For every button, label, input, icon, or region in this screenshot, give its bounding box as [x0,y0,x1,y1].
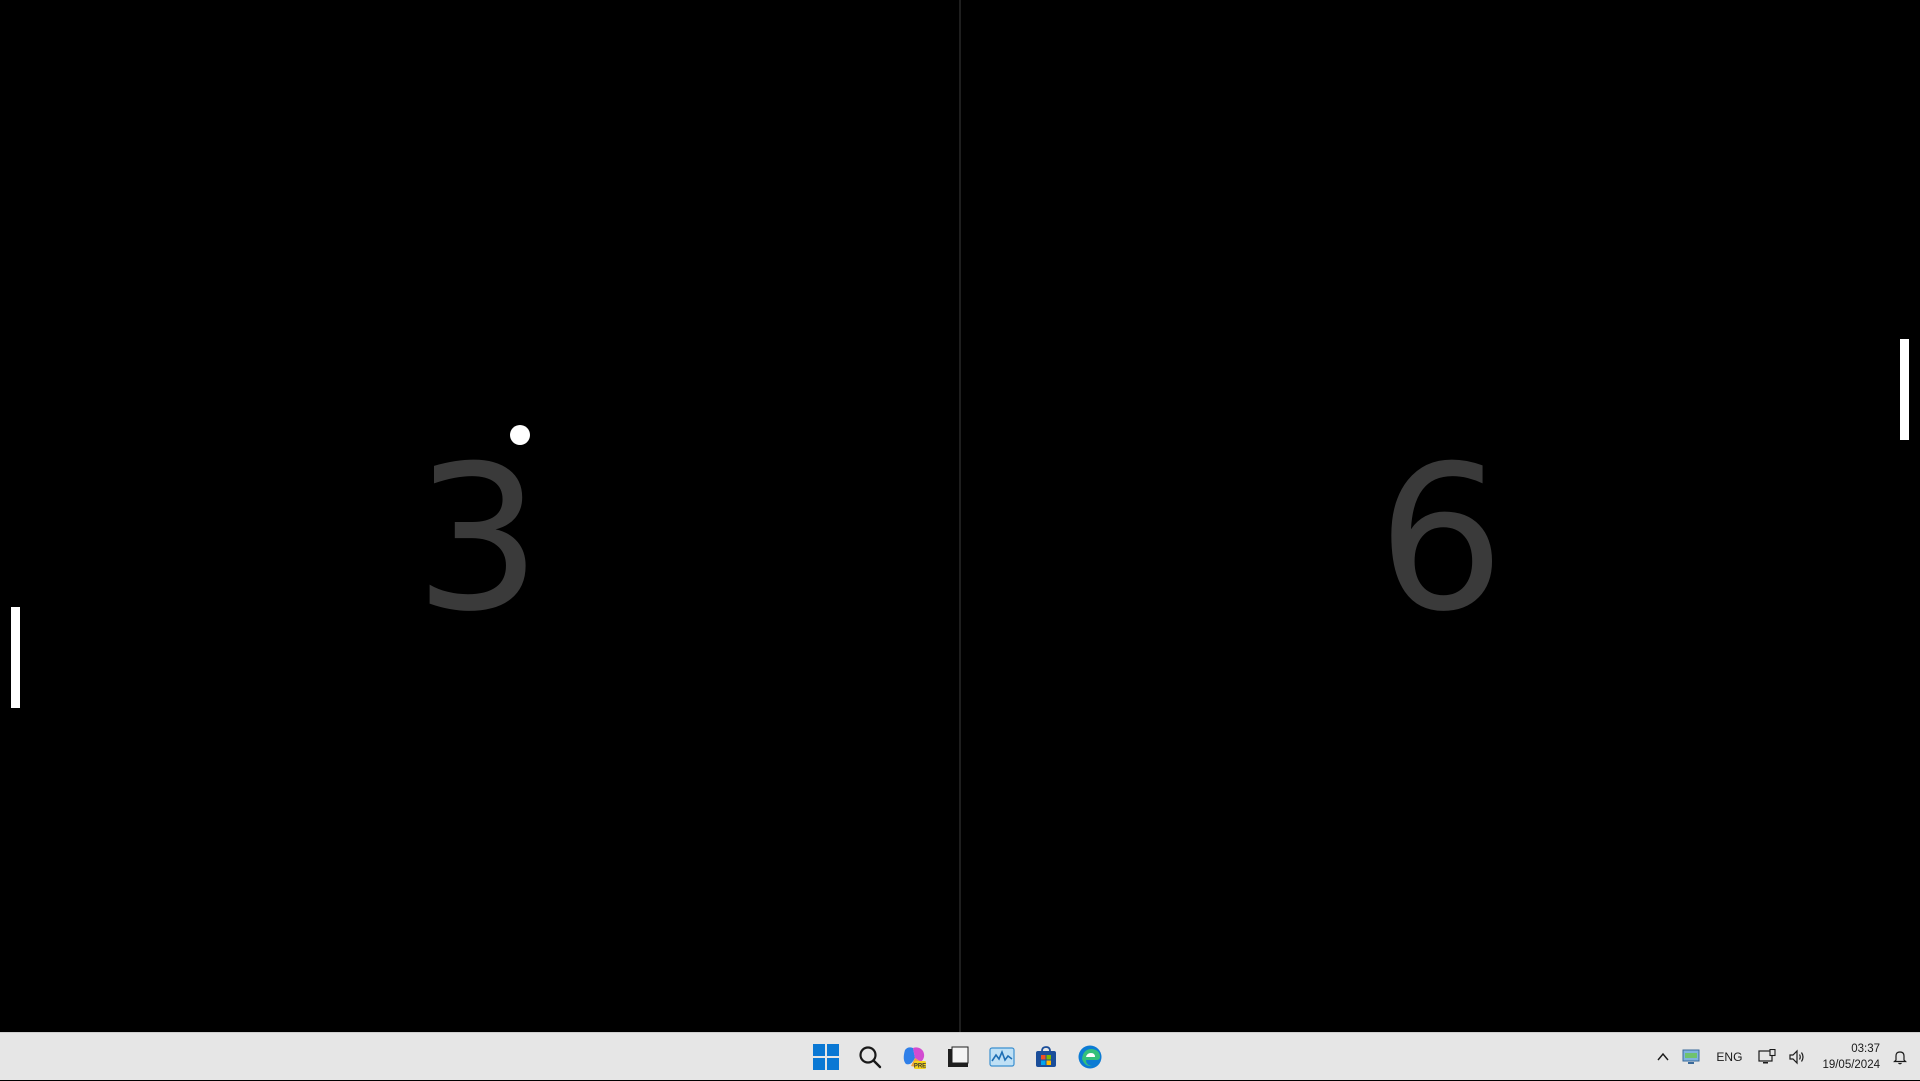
window-icon [948,1046,969,1067]
notifications-button[interactable] [1886,1033,1920,1081]
ball [510,425,530,445]
left-player-score: 3 [414,423,542,656]
center-net-line [959,0,961,1032]
search-button[interactable] [852,1039,888,1075]
right-paddle [1900,339,1909,440]
copilot-icon: PRE [903,1047,926,1070]
windows-logo-icon [813,1044,839,1070]
taskbar-apps: PRE [808,1033,1108,1081]
edge-button[interactable] [1072,1039,1108,1075]
search-icon [859,1046,882,1069]
clock-time: 03:37 [1851,1043,1880,1055]
language-indicator[interactable]: ENG [1706,1033,1752,1081]
clock[interactable]: 03:37 19/05/2024 [1812,1041,1886,1073]
display-settings-icon [1682,1049,1700,1064]
edge-icon [1078,1045,1102,1069]
volume-button[interactable] [1782,1033,1812,1081]
speaker-icon [1789,1049,1805,1065]
chevron-up-icon [1657,1052,1669,1061]
network-icon [1758,1049,1776,1064]
chart-icon [989,1047,1015,1067]
svg-text:PRE: PRE [914,1064,926,1070]
tray-app-button[interactable] [1676,1033,1706,1081]
clock-date: 19/05/2024 [1822,1059,1880,1071]
taskbar: PRE ENG 03:37 19/05/2024 [0,1032,1920,1080]
app-window-button[interactable] [940,1039,976,1075]
start-button[interactable] [808,1039,844,1075]
game-canvas: 3 6 [0,0,1920,1032]
performance-monitor-button[interactable] [984,1039,1020,1075]
bell-icon [1893,1051,1907,1065]
left-paddle [11,607,20,708]
show-hidden-icons-button[interactable] [1650,1033,1676,1081]
store-button[interactable] [1028,1039,1064,1075]
copilot-button[interactable]: PRE [896,1039,932,1075]
right-player-score: 6 [1377,423,1505,656]
store-icon [1036,1046,1056,1067]
system-tray: ENG 03:37 19/05/2024 [1650,1033,1920,1081]
network-button[interactable] [1752,1033,1782,1081]
